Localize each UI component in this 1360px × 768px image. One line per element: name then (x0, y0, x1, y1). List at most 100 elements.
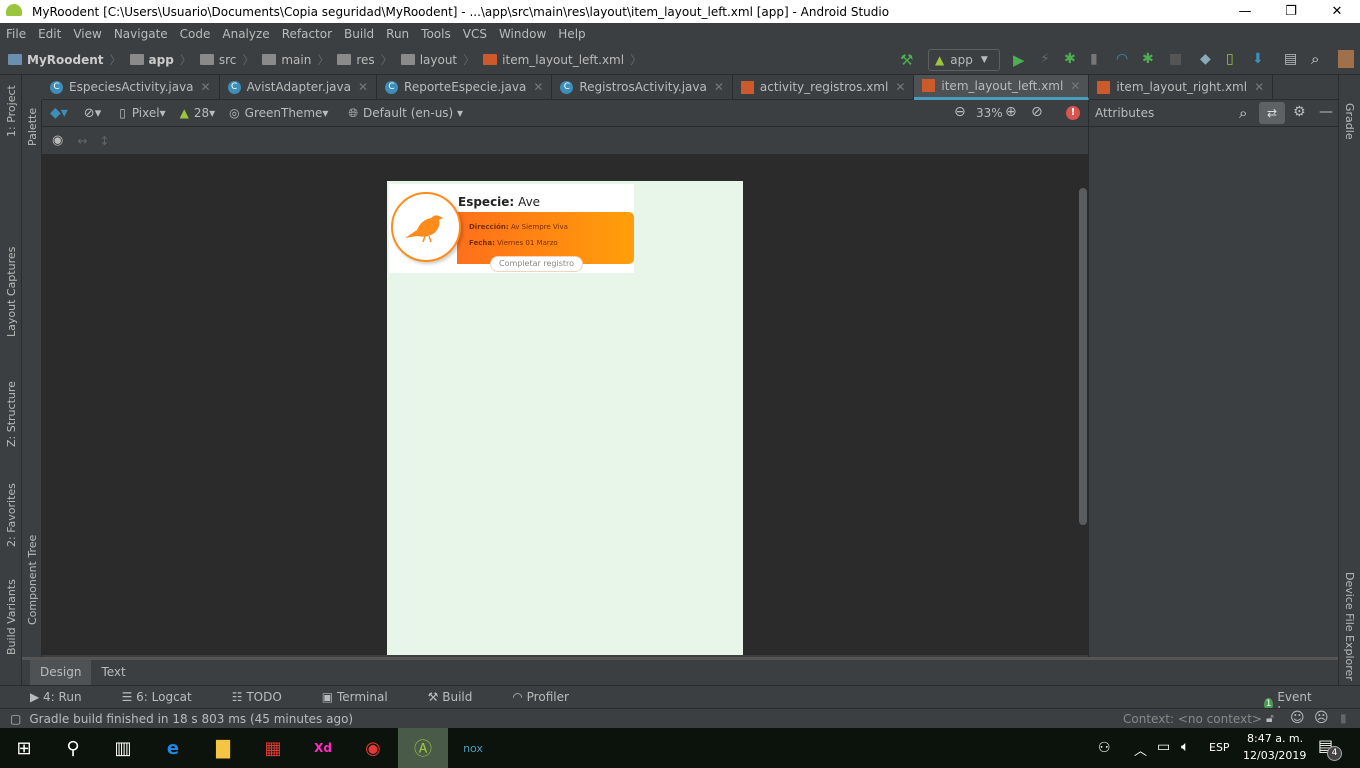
close-tab-icon[interactable]: ✕ (201, 80, 211, 94)
zoom-in-icon[interactable]: ⊕ (1005, 104, 1017, 120)
tool-component-tree[interactable]: Component Tree (26, 535, 39, 625)
menu-vcs[interactable]: VCS (457, 27, 493, 41)
close-tab-icon[interactable]: ✕ (895, 80, 905, 94)
tab-design[interactable]: Design (30, 660, 92, 685)
run-config-select[interactable]: ▲ app ▼ (928, 49, 1000, 71)
tab-especies-activity[interactable]: C EspeciesActivity.java ✕ (42, 74, 220, 100)
canvas-scrollbar[interactable] (1079, 188, 1087, 525)
tool-favorites[interactable]: 2: Favorites (5, 483, 18, 547)
inspector-icon[interactable]: ▮ (1340, 711, 1347, 725)
people-icon[interactable]: ⚇ (1098, 740, 1111, 756)
tab-item-layout-left-xml[interactable]: item_layout_left.xml ✕ (914, 74, 1090, 100)
android-studio-taskbar-icon[interactable]: Ⓐ (398, 728, 448, 768)
breadcrumb-app[interactable]: app 〉 (129, 51, 192, 68)
tab-reporte-especie[interactable]: C ReporteEspecie.java ✕ (377, 74, 553, 100)
attach-debugger-icon[interactable]: ▮ (1090, 51, 1098, 67)
apply-changes-icon[interactable]: ⚡ (1040, 51, 1050, 67)
breadcrumb-res[interactable]: res 〉 (337, 51, 393, 68)
store-icon[interactable]: ▦ (248, 728, 298, 768)
tool-palette[interactable]: Palette (26, 108, 39, 146)
eye-icon[interactable]: ◉ (52, 133, 63, 148)
minimize-button[interactable]: — (1222, 0, 1268, 23)
breadcrumb-layout[interactable]: layout 〉 (400, 51, 475, 68)
layers-icon[interactable]: ◆▾ (50, 105, 68, 121)
error-icon[interactable]: ! (1066, 106, 1080, 120)
gradle-sync-icon[interactable]: ◆ (1200, 51, 1211, 67)
tool-todo[interactable]: ☷ TODO (232, 690, 302, 704)
sad-feedback-icon[interactable]: ☹ (1314, 710, 1329, 726)
tool-device-file-explorer[interactable]: Device File Explorer (1343, 572, 1356, 681)
project-structure-icon[interactable]: ▤ (1284, 51, 1297, 67)
avatar[interactable] (1338, 50, 1354, 68)
context-indicator[interactable]: Context: <no context> (1123, 712, 1262, 726)
complete-record-button[interactable]: Completar registro (490, 256, 583, 272)
zoom-out-icon[interactable]: ⊖ (954, 104, 966, 120)
close-button[interactable]: ✕ (1314, 0, 1360, 23)
profiler-icon[interactable]: ◠ (1116, 51, 1128, 67)
menu-file[interactable]: File (0, 27, 32, 41)
search-icon[interactable]: ⚲ (48, 728, 98, 768)
gear-icon[interactable]: ⚙ (1293, 104, 1306, 120)
vertical-resize-icon[interactable]: ↕ (99, 134, 109, 148)
tab-item-layout-right-xml[interactable]: item_layout_right.xml ✕ (1089, 74, 1274, 100)
menu-tools[interactable]: Tools (415, 27, 457, 41)
horizontal-resize-icon[interactable]: ↔ (77, 134, 87, 148)
close-tab-icon[interactable]: ✕ (358, 80, 368, 94)
tool-profiler[interactable]: ◠ Profiler (512, 690, 589, 704)
menu-navigate[interactable]: Navigate (108, 27, 174, 41)
close-tab-icon[interactable]: ✕ (533, 80, 543, 94)
stop-icon[interactable] (1170, 54, 1181, 65)
status-toggle-icon[interactable]: ▢ (10, 712, 21, 726)
nox-icon[interactable]: nox (448, 728, 498, 768)
menu-window[interactable]: Window (493, 27, 552, 41)
orientation-icon[interactable]: ⊘▾ (84, 106, 101, 121)
chrome-icon[interactable]: ◉ (348, 728, 398, 768)
theme-select[interactable]: ◎ GreenTheme ▾ (229, 106, 328, 120)
build-hammer-icon[interactable]: ⚒ (900, 51, 913, 69)
tool-project[interactable]: 1: Project (5, 85, 18, 137)
windows-start-icon[interactable]: ⊞ (0, 728, 48, 768)
language-indicator[interactable]: ESP (1209, 741, 1230, 754)
breadcrumb-src[interactable]: src 〉 (199, 51, 254, 68)
debug-icon[interactable]: ✱ (1064, 51, 1076, 67)
tab-text[interactable]: Text (91, 660, 135, 685)
menu-view[interactable]: View (67, 27, 107, 41)
device-select[interactable]: ▯ Pixel ▾ (119, 106, 165, 120)
file-explorer-icon[interactable]: ▇ (198, 728, 248, 768)
tab-registros-activity[interactable]: C RegistrosActivity.java ✕ (552, 74, 733, 100)
menu-refactor[interactable]: Refactor (276, 27, 338, 41)
close-tab-icon[interactable]: ✕ (1070, 79, 1080, 93)
tool-terminal[interactable]: ▣ Terminal (322, 690, 408, 704)
tool-gradle[interactable]: Gradle (1343, 103, 1356, 140)
lock-icon[interactable]: 🔓︎ (1266, 711, 1274, 726)
happy-feedback-icon[interactable]: ☺ (1290, 710, 1305, 726)
close-tab-icon[interactable]: ✕ (714, 80, 724, 94)
list-item-card[interactable]: Especie: Ave Dirección: Av Siempre Viva … (389, 184, 634, 273)
task-view-icon[interactable]: ▥ (98, 728, 148, 768)
adobe-xd-icon[interactable]: Xd (298, 728, 348, 768)
volume-icon[interactable]: 🔈︎ (1181, 739, 1189, 755)
api-select[interactable]: ▲ 28 ▾ (180, 106, 216, 120)
run-icon[interactable]: ▶ (1013, 51, 1025, 69)
breadcrumb-main[interactable]: main 〉 (262, 51, 329, 68)
breadcrumb-file[interactable]: item_layout_left.xml 〉 (483, 51, 642, 68)
tab-activity-registros-xml[interactable]: activity_registros.xml ✕ (733, 74, 915, 100)
search-icon[interactable]: ⌕ (1239, 104, 1247, 122)
menu-run[interactable]: Run (380, 27, 415, 41)
minimize-panel-icon[interactable]: — (1319, 104, 1333, 120)
edge-icon[interactable]: e (148, 728, 198, 768)
tool-layout-captures[interactable]: Layout Captures (5, 247, 18, 337)
close-tab-icon[interactable]: ✕ (1254, 80, 1264, 94)
search-icon[interactable]: ⌕ (1311, 50, 1319, 68)
show-hidden-icons[interactable]: ︿ (1134, 740, 1147, 759)
toggle-view-icon[interactable]: ⇄ (1259, 102, 1285, 124)
tool-logcat[interactable]: ☰ 6: Logcat (122, 690, 212, 704)
network-icon[interactable]: ▭ (1157, 739, 1170, 755)
debug-attach-icon[interactable]: ✱ (1142, 51, 1154, 67)
breadcrumb-project[interactable]: MyRoodent 〉 (8, 51, 122, 68)
zoom-fit-icon[interactable]: ⊘ (1031, 104, 1043, 120)
menu-help[interactable]: Help (552, 27, 591, 41)
menu-code[interactable]: Code (174, 27, 217, 41)
menu-build[interactable]: Build (338, 27, 380, 41)
clock-time[interactable]: 8:47 a. m. (1247, 732, 1303, 745)
